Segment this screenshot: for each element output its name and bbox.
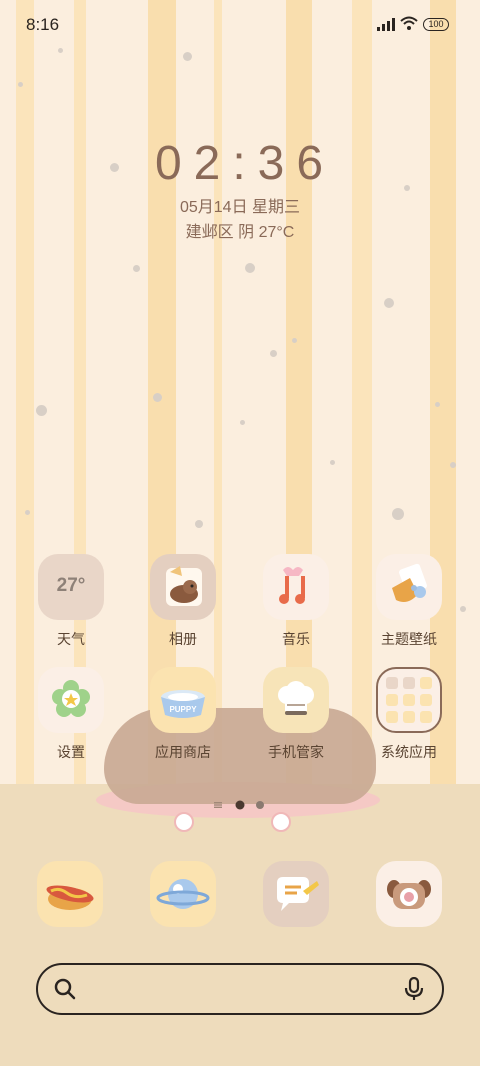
app-store-icon: PUPPY: [150, 667, 216, 733]
app-store[interactable]: PUPPY 应用商店: [138, 667, 228, 762]
search-bar[interactable]: [36, 963, 444, 1015]
page-indicator[interactable]: [214, 797, 266, 815]
dock-messages[interactable]: [263, 861, 329, 927]
app-label: 系统应用: [381, 744, 437, 760]
hotdog-phone-icon: [46, 885, 94, 910]
app-system-apps[interactable]: 系统应用: [364, 667, 454, 762]
dock-hotdog-phone[interactable]: [37, 861, 103, 927]
app-theme[interactable]: 主题壁纸: [364, 554, 454, 649]
store-badge: PUPPY: [169, 705, 197, 714]
clock-weather: 建邺区 阴 27°C: [185, 224, 295, 241]
bed-wheel-left: [174, 812, 194, 832]
app-label: 设置: [57, 744, 85, 760]
settings-icon: [38, 667, 104, 733]
wifi-icon: [400, 16, 418, 30]
music-icon: [263, 554, 329, 620]
app-label: 音乐: [282, 631, 310, 647]
cellular-signal-icon: [377, 18, 395, 31]
app-label: 天气: [57, 631, 85, 647]
app-settings[interactable]: 设置: [26, 667, 116, 762]
app-music[interactable]: 音乐: [251, 554, 341, 649]
dock-camera[interactable]: [376, 861, 442, 927]
status-time: 8:16: [26, 15, 60, 34]
dog-camera-icon: [387, 880, 431, 909]
gallery-icon: [150, 554, 216, 620]
theme-icon: [376, 554, 442, 620]
search-icon: [54, 978, 76, 1000]
app-label: 应用商店: [155, 744, 211, 760]
app-label: 手机管家: [268, 744, 324, 760]
app-weather[interactable]: 27° 天气: [26, 554, 116, 649]
microphone-icon[interactable]: [404, 977, 424, 1001]
app-gallery[interactable]: 相册: [138, 554, 228, 649]
bed-wheel-right: [271, 812, 291, 832]
app-label: 主题壁纸: [381, 631, 437, 647]
clock-date: 05月14日 星期三: [179, 199, 301, 216]
clock-time[interactable]: 02:36: [0, 136, 480, 191]
chat-messages-icon: [277, 877, 319, 911]
battery-icon: 100: [423, 18, 449, 31]
app-phone-manager[interactable]: 手机管家: [251, 667, 341, 762]
weather-icon: 27°: [38, 554, 104, 620]
phone-manager-icon: [263, 667, 329, 733]
dock-browser[interactable]: [150, 861, 216, 927]
weather-temperature: 27°: [56, 575, 86, 596]
status-bar: 8:16 100: [0, 0, 480, 50]
planet-browser-icon: [156, 879, 210, 909]
system-apps-folder-icon: [376, 667, 442, 733]
app-label: 相册: [169, 631, 197, 647]
